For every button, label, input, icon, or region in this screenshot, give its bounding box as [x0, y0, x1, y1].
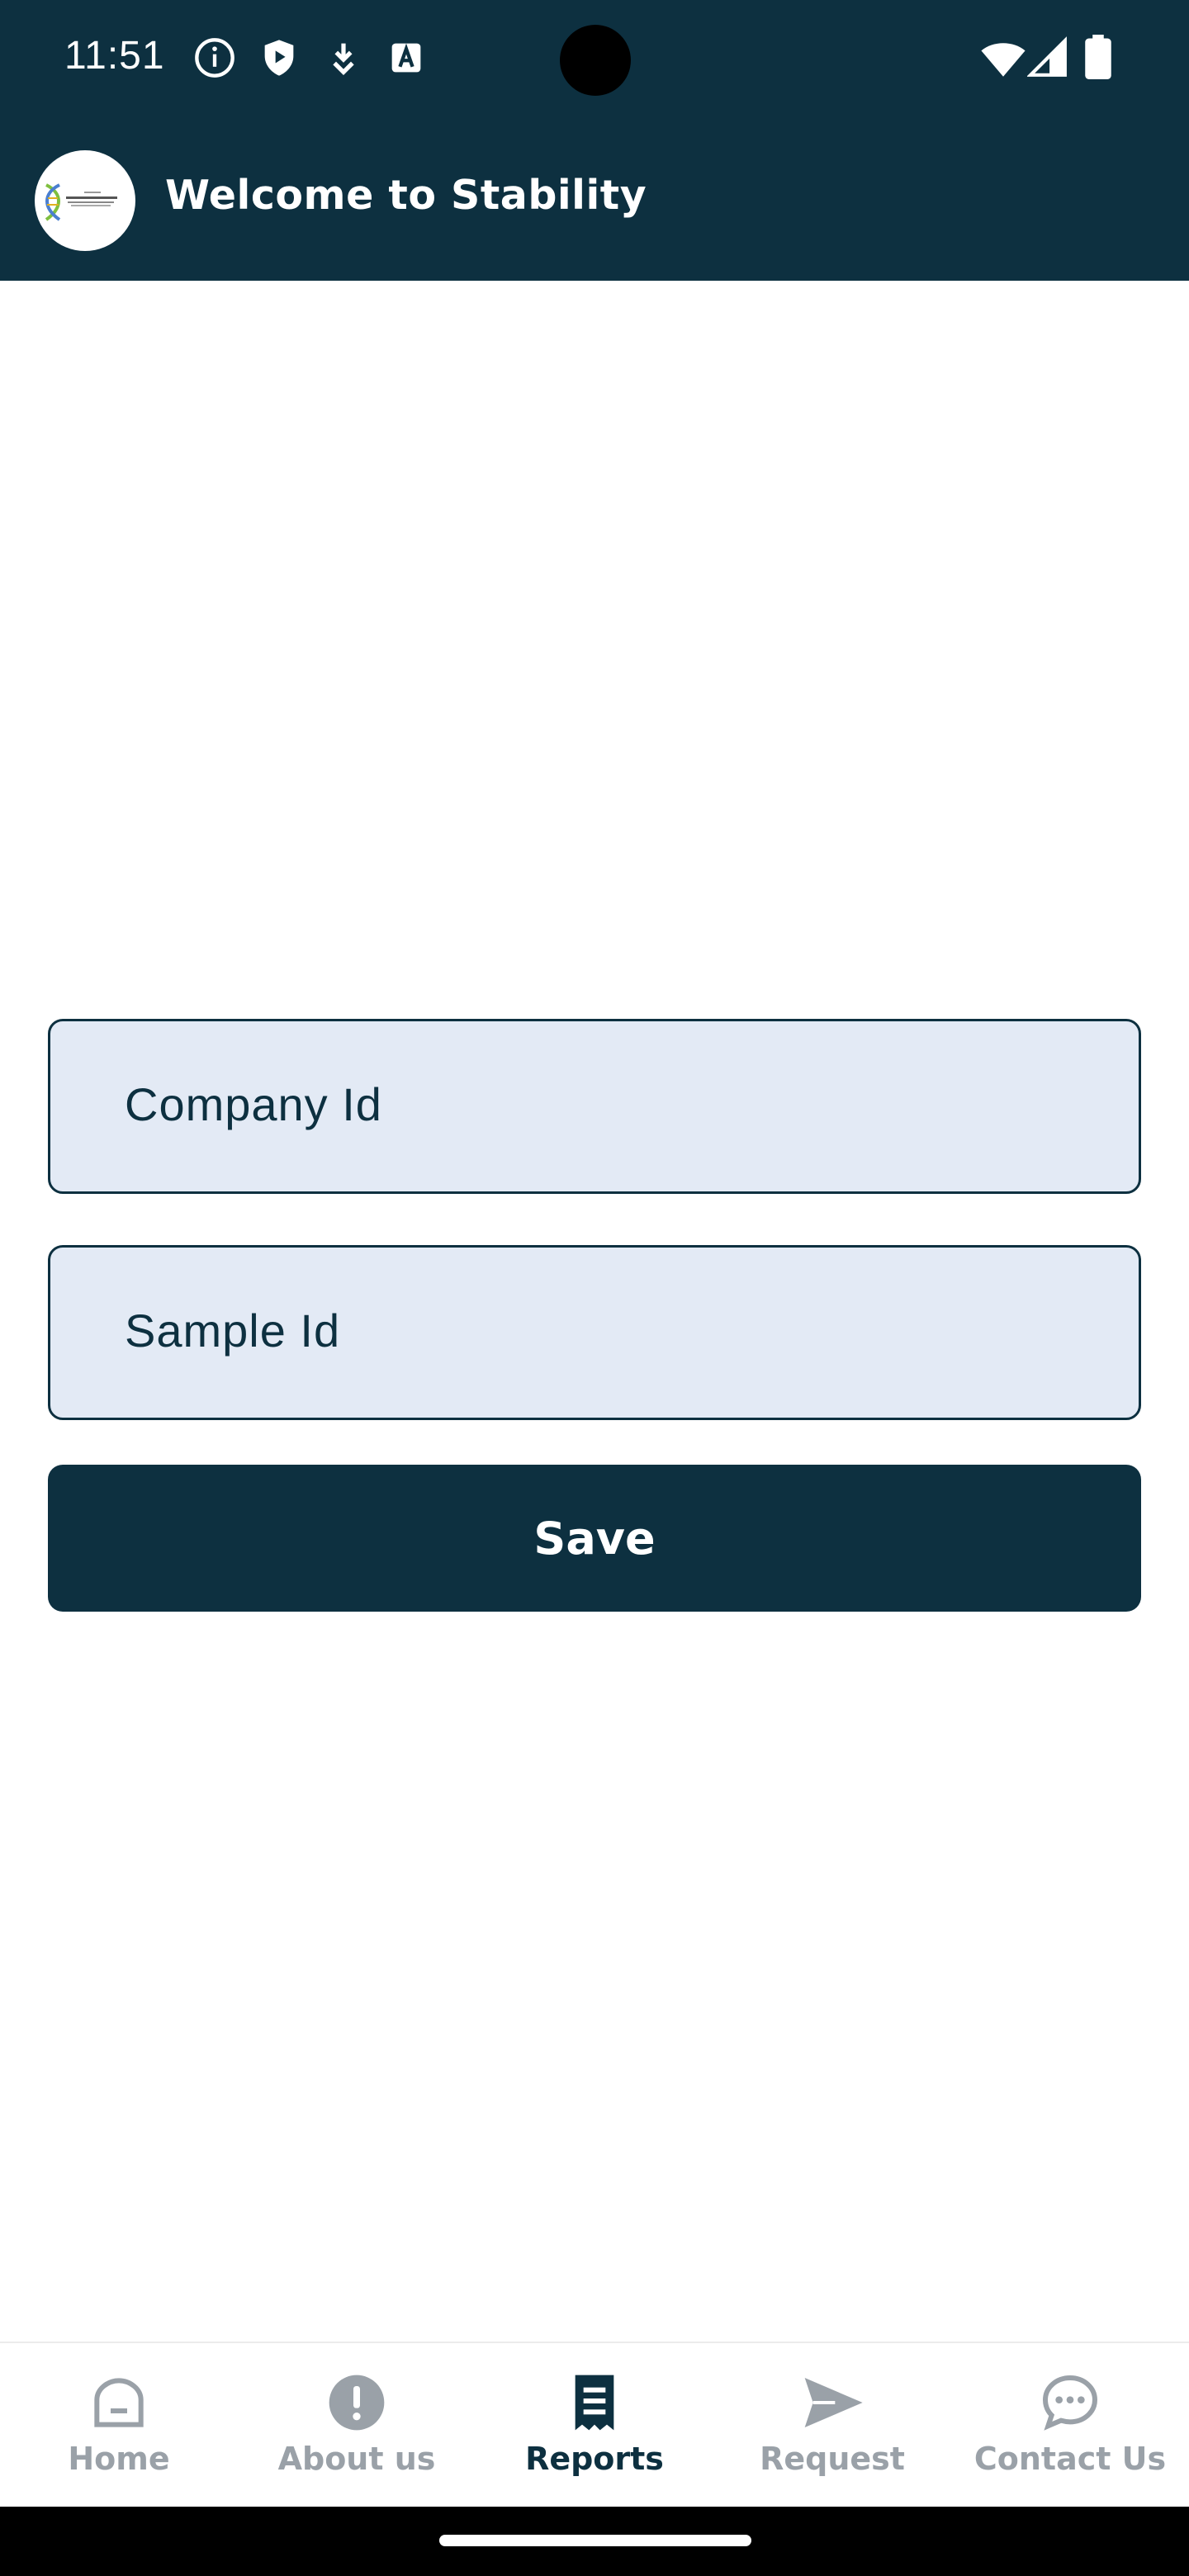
wifi-icon [981, 43, 1026, 77]
nav-label-request: Request [760, 2441, 905, 2477]
nav-item-contact-us[interactable]: Contact Us [951, 2343, 1189, 2508]
save-button[interactable]: Save [48, 1465, 1141, 1612]
company-id-field[interactable]: Company Id [48, 1019, 1141, 1194]
shield-play-icon [264, 40, 294, 76]
system-gesture-bar [0, 2507, 1189, 2576]
stability-logo [35, 150, 135, 251]
receipt-icon [575, 2375, 614, 2431]
nav-label-about-us: About us [277, 2441, 436, 2477]
app-bar: Welcome to Stability [0, 124, 1189, 281]
nav-item-reports[interactable]: Reports [476, 2343, 713, 2508]
company-id-placeholder: Company Id [125, 1078, 382, 1130]
keyboard-a-icon [391, 43, 421, 73]
status-bar: 11:51 [0, 0, 1189, 116]
info-icon [195, 38, 234, 78]
nav-item-about-us[interactable]: About us [238, 2343, 476, 2508]
exclamation-circle-icon [329, 2375, 385, 2431]
sample-id-field[interactable]: Sample Id [48, 1245, 1141, 1420]
nav-label-contact-us: Contact Us [973, 2441, 1167, 2477]
nav-item-request[interactable]: Request [713, 2343, 951, 2508]
sample-id-placeholder: Sample Id [125, 1305, 341, 1357]
chat-bubble-icon [1042, 2375, 1098, 2431]
page-title: Welcome to Stability [165, 172, 647, 219]
battery-icon [1085, 35, 1111, 79]
nav-item-home[interactable]: Home [0, 2343, 238, 2508]
nav-label-home: Home [68, 2441, 170, 2477]
signal-icon [1027, 36, 1067, 77]
home-gesture-handle[interactable] [439, 2535, 751, 2546]
send-icon [804, 2378, 863, 2427]
status-time: 11:51 [64, 34, 165, 78]
home-icon [94, 2378, 144, 2427]
download-icon [333, 43, 354, 76]
bottom-navigation: Home About us Reports Request Contact Us [0, 2342, 1189, 2507]
camera-cutout [560, 25, 631, 96]
nav-label-reports: Reports [525, 2441, 664, 2477]
